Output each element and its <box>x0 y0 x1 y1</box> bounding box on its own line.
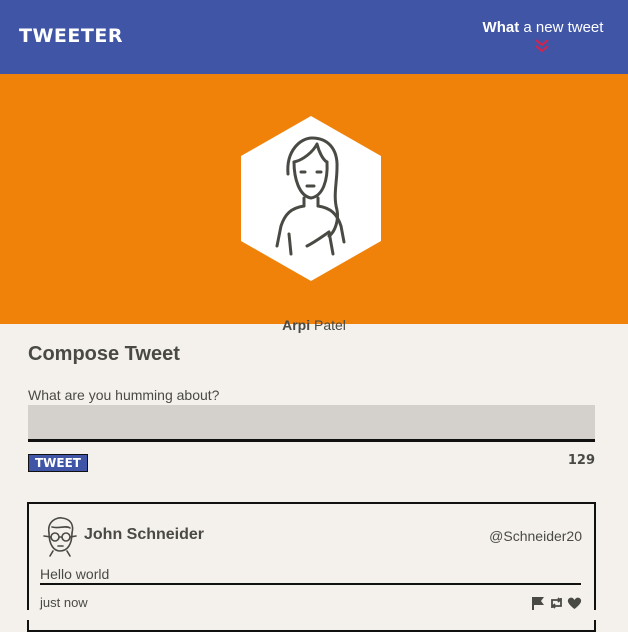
compose-title: Compose Tweet <box>28 343 180 365</box>
compose-input[interactable] <box>28 405 595 442</box>
tweet-button[interactable]: TWEET <box>28 454 88 472</box>
tweet-author-handle[interactable]: @Schneider20 <box>489 528 582 544</box>
brand-logo[interactable]: TWEETER <box>19 25 123 47</box>
heart-icon[interactable] <box>567 595 582 609</box>
top-nav: TWEETER What a new tweet <box>0 0 628 74</box>
new-tweet-link[interactable]: What a new tweet <box>470 19 616 36</box>
double-chevron-down-icon[interactable] <box>533 38 551 54</box>
tweet-author-name[interactable]: John Schneider <box>84 526 204 544</box>
page-bottom <box>0 610 628 620</box>
profile-last-name: Patel <box>310 317 346 333</box>
profile-banner: Arpi Patel <box>0 74 628 333</box>
compose-label: What are you humming about? <box>28 387 220 403</box>
char-count: 129 <box>567 453 595 468</box>
new-tweet-link-bold: What <box>482 19 520 36</box>
flag-icon[interactable] <box>531 595 546 610</box>
tweet-time: just now <box>40 595 88 610</box>
profile-first-name: Arpi <box>282 317 311 333</box>
retweet-icon[interactable] <box>549 595 564 609</box>
man-glasses-avatar-icon <box>43 517 77 557</box>
profile-avatar <box>241 116 381 281</box>
new-tweet-link-text: a new tweet <box>519 19 604 36</box>
tweet-text: Hello world <box>40 566 581 585</box>
profile-name: Arpi Patel <box>0 317 628 333</box>
tweet-actions <box>531 595 582 610</box>
